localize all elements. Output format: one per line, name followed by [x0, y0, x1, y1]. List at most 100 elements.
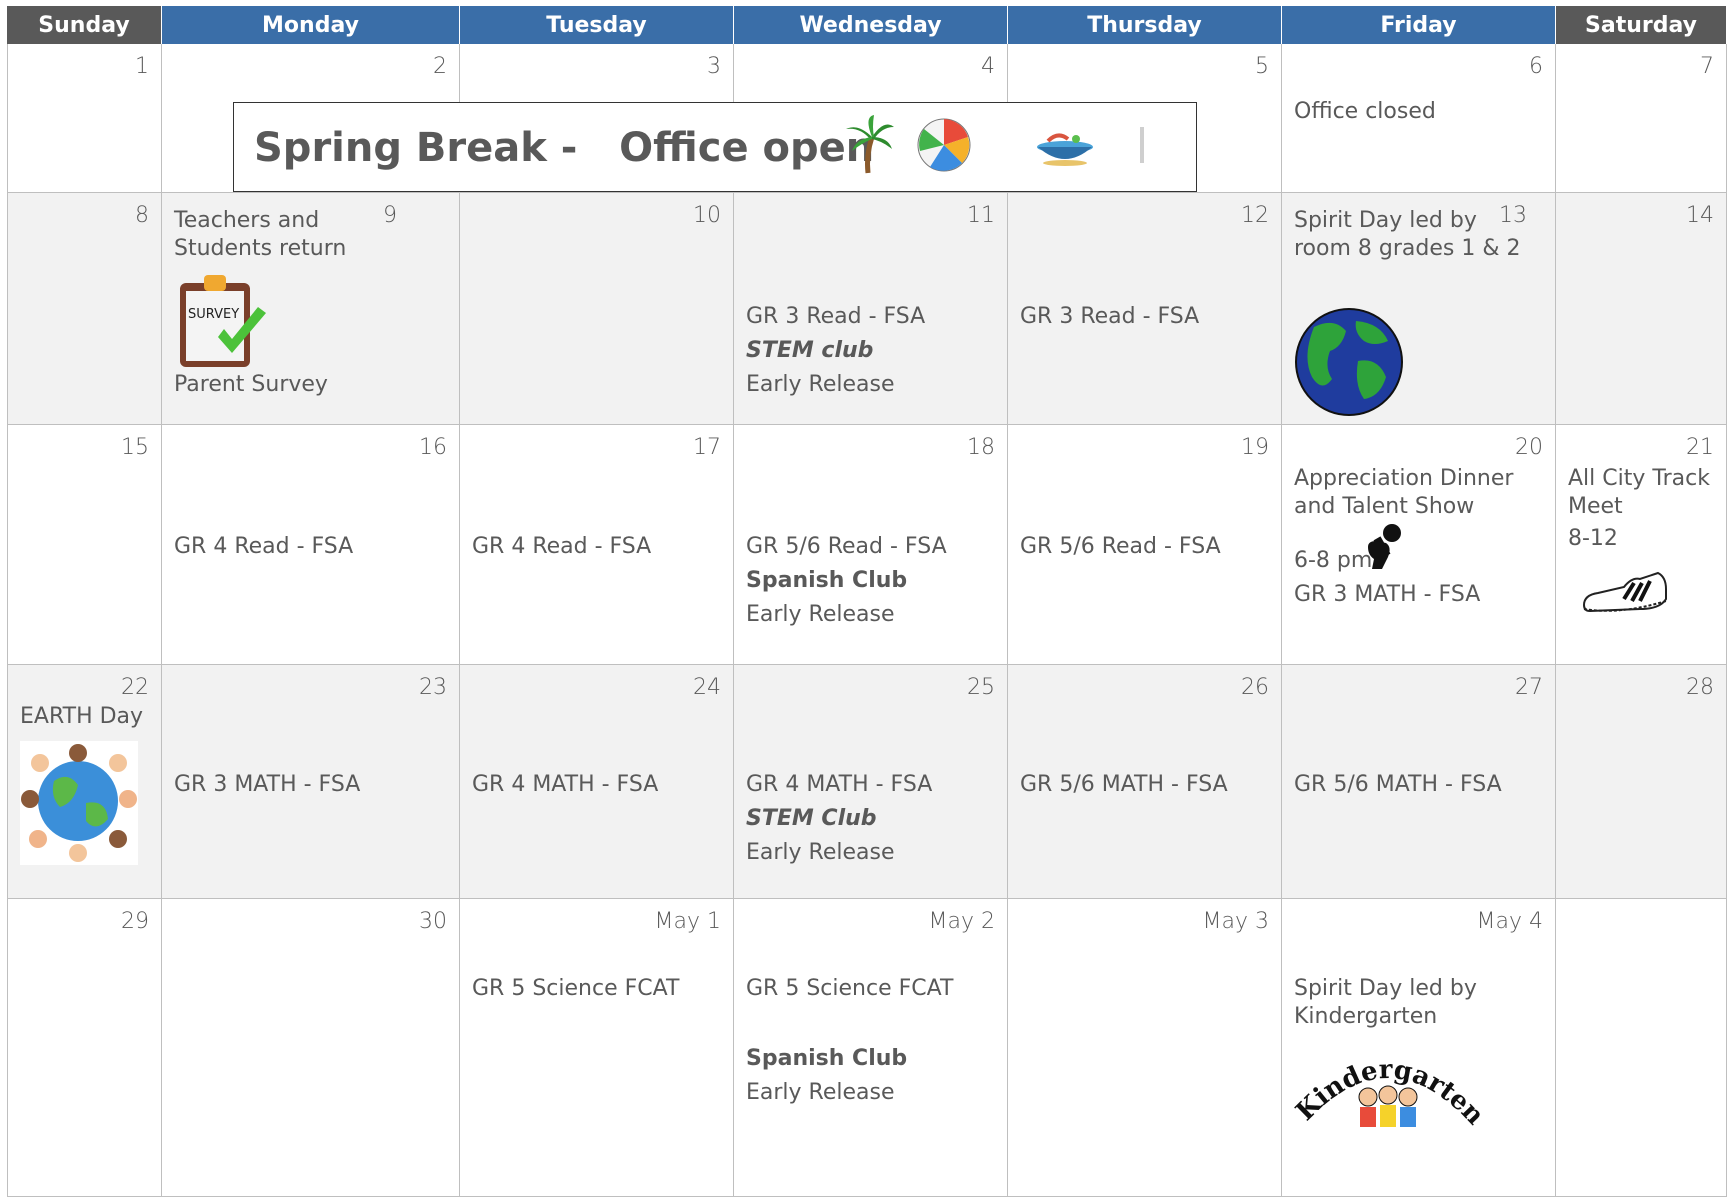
event-track-meet-1: All City Track: [1568, 466, 1710, 491]
event-appreciation-2: and Talent Show: [1294, 494, 1475, 519]
date-number: 27: [1515, 675, 1543, 700]
cell-w1-sat: 14: [1556, 193, 1727, 425]
cell-w1-mon: 9 Teachers and Students return SURVEY Pa…: [162, 193, 460, 425]
header-friday: Friday: [1282, 6, 1556, 44]
header-tuesday: Tuesday: [460, 6, 734, 44]
cell-w1-thu: 12 GR 3 Read - FSA: [1008, 193, 1282, 425]
cell-w4-thu: May 3: [1008, 899, 1282, 1197]
cell-w2-fri: 20 Appreciation Dinner and Talent Show 6…: [1282, 425, 1556, 665]
event-gr4-math: GR 4 MATH - FSA: [746, 772, 933, 797]
cell-w2-thu: 19 GR 5/6 Read - FSA: [1008, 425, 1282, 665]
microphone-fist-icon: [1368, 524, 1401, 569]
date-number: 20: [1515, 435, 1543, 460]
survey-clipboard-icon: SURVEY: [178, 273, 270, 367]
event-track-time: 8-12: [1568, 526, 1618, 551]
event-spanish-club: Spanish Club: [746, 568, 908, 593]
date-number: 9: [383, 203, 397, 228]
event-spirit-day-1: Spirit Day led by: [1294, 208, 1477, 233]
cell-w4-sun: 29: [7, 899, 162, 1197]
date-number: 4: [981, 54, 995, 79]
event-gr3-read: GR 3 Read - FSA: [1020, 304, 1200, 329]
cell-w4-fri: May 4 Spirit Day led by Kindergarten Kin…: [1282, 899, 1556, 1197]
event-earth-day: EARTH Day: [20, 704, 144, 729]
cell-w3-sun: 22 EARTH Day: [7, 665, 162, 899]
event-spirit-day-k-1: Spirit Day led by: [1294, 976, 1477, 1001]
cell-w4-sat: [1556, 899, 1727, 1197]
event-early-release: Early Release: [746, 840, 895, 865]
date-number: May 1: [654, 909, 721, 934]
event-teachers-return-1: Teachers and: [174, 208, 320, 233]
date-number: 25: [967, 675, 995, 700]
cell-w0-sun: 1: [7, 44, 162, 193]
event-gr4-read: GR 4 Read - FSA: [174, 534, 354, 559]
fine-print-icon: [1140, 127, 1144, 163]
event-early-release: Early Release: [746, 602, 895, 627]
header-wednesday: Wednesday: [734, 6, 1008, 44]
date-number: 29: [121, 909, 149, 934]
date-number: 1: [135, 54, 149, 79]
bowl-icon: [1037, 133, 1093, 166]
event-gr56-math: GR 5/6 MATH - FSA: [1020, 772, 1228, 797]
event-gr5-science: GR 5 Science FCAT: [746, 976, 954, 1001]
date-number: 22: [121, 675, 149, 700]
date-number: 7: [1700, 54, 1714, 79]
event-office-closed: Office closed: [1294, 99, 1436, 124]
date-number: 26: [1241, 675, 1269, 700]
date-number: 6: [1529, 54, 1543, 79]
cell-w0-fri: 6 Office closed: [1282, 44, 1556, 193]
date-number: 18: [967, 435, 995, 460]
date-number: 17: [693, 435, 721, 460]
date-number: 8: [135, 203, 149, 228]
event-stem-club: STEM Club: [746, 806, 877, 831]
event-time: 6-8 pm: [1294, 548, 1373, 573]
event-appreciation-1: Appreciation Dinner: [1294, 466, 1514, 491]
palm-tree-icon: [846, 115, 894, 174]
event-gr56-read: GR 5/6 Read - FSA: [1020, 534, 1221, 559]
date-number: 16: [419, 435, 447, 460]
event-gr4-math: GR 4 MATH - FSA: [472, 772, 659, 797]
date-number: 3: [707, 54, 721, 79]
cell-w2-wed: 18 GR 5/6 Read - FSA Spanish Club Early …: [734, 425, 1008, 665]
cell-w3-tue: 24 GR 4 MATH - FSA: [460, 665, 734, 899]
event-spanish-club: Spanish Club: [746, 1046, 908, 1071]
cell-w1-tue: 10: [460, 193, 734, 425]
cell-w2-sun: 15: [7, 425, 162, 665]
event-parent-survey: Parent Survey: [174, 372, 328, 397]
cell-w4-tue: May 1 GR 5 Science FCAT: [460, 899, 734, 1197]
date-number: 30: [419, 909, 447, 934]
header-saturday: Saturday: [1556, 6, 1727, 44]
kindergarten-kids-icon: Kindergarten: [1290, 1055, 1486, 1131]
date-number: 12: [1241, 203, 1269, 228]
date-number: 21: [1686, 435, 1714, 460]
date-number: 13: [1499, 203, 1527, 228]
date-number: 11: [967, 203, 995, 228]
event-gr56-math: GR 5/6 MATH - FSA: [1294, 772, 1502, 797]
cell-w1-wed: 11 GR 3 Read - FSA STEM club Early Relea…: [734, 193, 1008, 425]
cell-w3-wed: 25 GR 4 MATH - FSA STEM Club Early Relea…: [734, 665, 1008, 899]
cell-w2-tue: 17 GR 4 Read - FSA: [460, 425, 734, 665]
date-number: May 4: [1476, 909, 1543, 934]
event-early-release: Early Release: [746, 1080, 895, 1105]
cell-w4-wed: May 2 GR 5 Science FCAT Spanish Club Ear…: [734, 899, 1008, 1197]
event-stem-club: STEM club: [746, 338, 874, 363]
banner-text: Spring Break - Office open: [254, 125, 875, 171]
cell-w1-fri: 13 Spirit Day led by room 8 grades 1 & 2: [1282, 193, 1556, 425]
event-gr5-science: GR 5 Science FCAT: [472, 976, 680, 1001]
date-number: 10: [693, 203, 721, 228]
cell-w3-sat: 28: [1556, 665, 1727, 899]
sneaker-icon: [1582, 571, 1667, 613]
date-number: 23: [419, 675, 447, 700]
event-gr3-math: GR 3 MATH - FSA: [1294, 582, 1481, 607]
date-number: 5: [1255, 54, 1269, 79]
event-teachers-return-2: Students return: [174, 236, 347, 261]
header-monday: Monday: [162, 6, 460, 44]
event-gr3-read: GR 3 Read - FSA: [746, 304, 926, 329]
date-number: 14: [1686, 203, 1714, 228]
event-gr4-read: GR 4 Read - FSA: [472, 534, 652, 559]
survey-label: SURVEY: [188, 307, 240, 322]
spring-break-banner: Spring Break - Office open: [233, 102, 1197, 192]
cell-w3-fri: 27 GR 5/6 MATH - FSA: [1282, 665, 1556, 899]
cell-w0-sat: 7: [1556, 44, 1727, 193]
event-gr3-math: GR 3 MATH - FSA: [174, 772, 361, 797]
cell-w3-thu: 26 GR 5/6 MATH - FSA: [1008, 665, 1282, 899]
